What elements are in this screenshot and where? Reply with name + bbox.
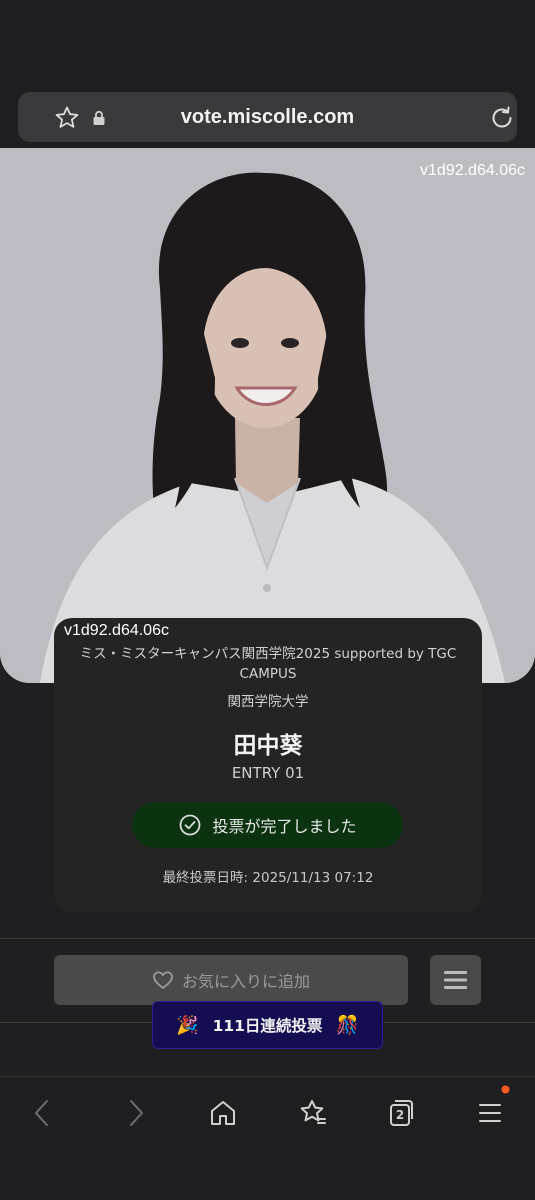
menu-button[interactable] [430, 955, 481, 1005]
party-popper-icon: 🎉 [176, 1014, 199, 1036]
candidate-name: 田中葵 [233, 733, 303, 759]
consecutive-vote-badge: 🎉 111日連続投票 🎊 [152, 1001, 383, 1049]
bookmarks-icon[interactable] [292, 1093, 332, 1133]
card-version-label: v1d92.d64.06c [64, 622, 169, 639]
forward-icon[interactable] [115, 1093, 155, 1133]
status-bar [0, 0, 535, 88]
entry-number: ENTRY 01 [231, 764, 305, 782]
add-favorite-label: お気に入りに追加 [181, 972, 310, 991]
check-circle-icon [180, 814, 201, 836]
tab-count: 2 [395, 1108, 405, 1122]
candidate-card: v1d92.d64.06c ミス・ミスターキャンパス関西学院2025 suppo… [54, 618, 482, 912]
heart-icon [153, 971, 173, 989]
home-icon[interactable] [203, 1093, 243, 1133]
browser-navigation-bar: 2 [0, 1077, 535, 1200]
last-vote-time: 最終投票日時: 2025/11/13 07:12 [162, 870, 374, 886]
confetti-ball-icon: 🎊 [336, 1014, 359, 1036]
back-icon[interactable] [23, 1093, 63, 1133]
add-favorite-button[interactable]: お気に入りに追加 [54, 955, 408, 1005]
tabs-button[interactable]: 2 [381, 1093, 421, 1133]
list-icon [444, 971, 467, 989]
divider [0, 938, 535, 939]
address-bar[interactable]: vote.miscolle.com [18, 92, 517, 142]
streak-label: 111日連続投票 [212, 1017, 323, 1035]
vote-complete-badge: 投票が完了しました [132, 802, 403, 848]
university-name: 関西学院大学 [227, 694, 309, 710]
url-text[interactable]: vote.miscolle.com [18, 92, 517, 142]
vote-status-text: 投票が完了しました [212, 817, 357, 836]
contest-title: ミス・ミスターキャンパス関西学院2025 supported by TGC CA… [79, 646, 457, 682]
notification-dot [501, 1085, 510, 1094]
hamburger-menu-icon[interactable] [470, 1093, 510, 1133]
reload-icon[interactable] [489, 105, 515, 131]
version-label: v1d92.d64.06c [420, 162, 525, 179]
profile-photo [0, 148, 535, 683]
